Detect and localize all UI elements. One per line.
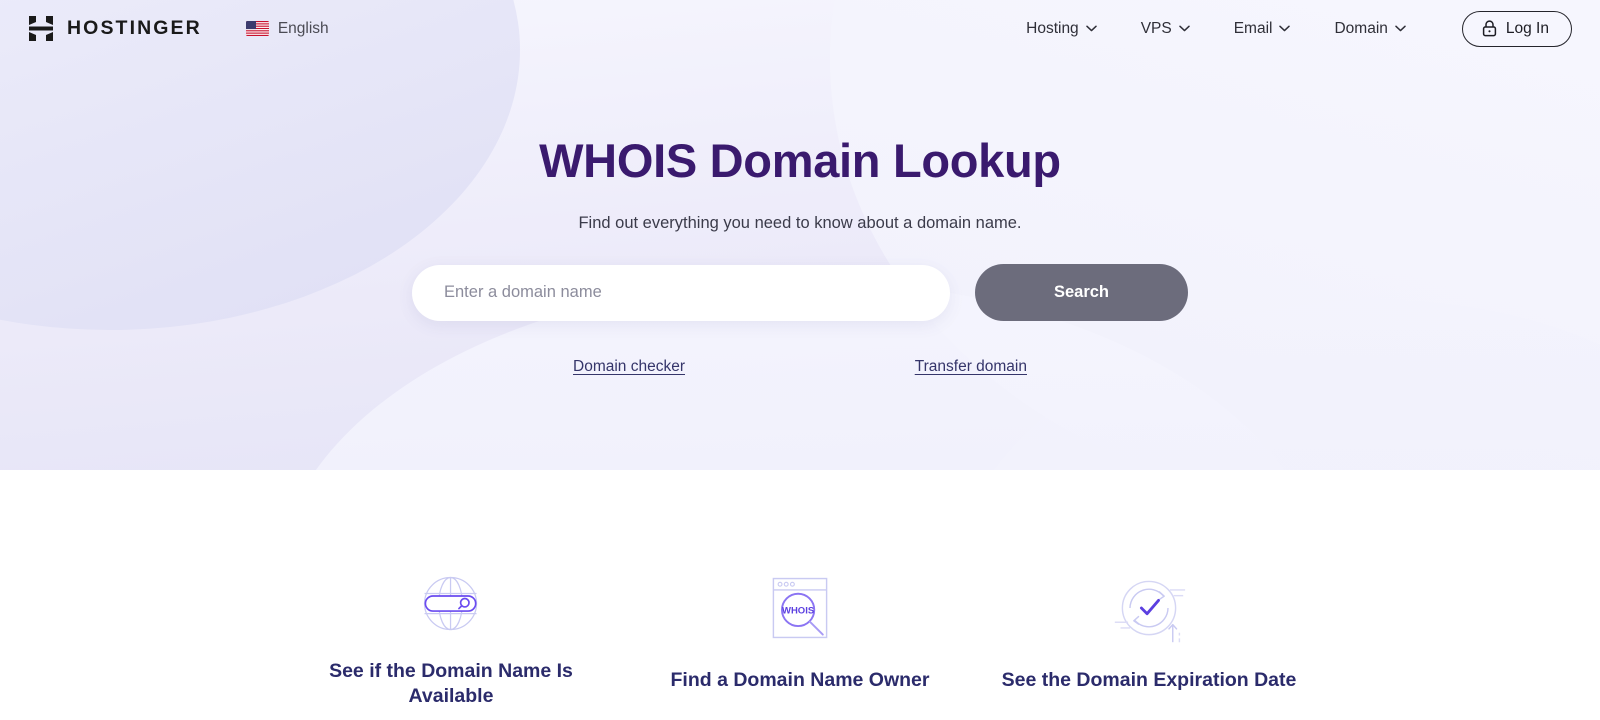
brand-logo[interactable]: HOSTINGER — [28, 15, 202, 42]
feature-card-availability: See if the Domain Name Is Available — [294, 470, 609, 720]
nav-item-hosting[interactable]: Hosting — [1004, 12, 1119, 46]
whois-magnifier-icon: WHOIS — [772, 577, 828, 639]
nav-label-hosting: Hosting — [1026, 19, 1079, 37]
brand-name: HOSTINGER — [67, 17, 202, 39]
login-button[interactable]: Log In — [1461, 10, 1572, 47]
hero-content: WHOIS Domain Lookup Find out everything … — [0, 0, 1600, 470]
language-label: English — [277, 19, 329, 37]
whois-lookup-page: HOSTINGER English Hosting VPS Email Doma… — [0, 0, 1600, 720]
hero-links: Domain checker Transfer domain — [405, 358, 1195, 376]
page-subtitle: Find out everything you need to know abo… — [578, 214, 1022, 232]
domain-search-form: Search — [412, 264, 1188, 321]
hostinger-h-logo-icon — [29, 16, 53, 41]
lock-icon — [1482, 20, 1497, 37]
nav-label-domain: Domain — [1334, 19, 1388, 37]
main-navigation: Hosting VPS Email Domain Log In — [1004, 10, 1572, 47]
site-header: HOSTINGER English Hosting VPS Email Doma… — [0, 0, 1600, 57]
search-button[interactable]: Search — [975, 264, 1188, 321]
us-flag-icon — [245, 21, 269, 36]
transfer-domain-link[interactable]: Transfer domain — [915, 358, 1027, 376]
chevron-down-icon — [1085, 25, 1097, 32]
chevron-down-icon — [1178, 25, 1190, 32]
renewal-check-icon — [1114, 580, 1186, 643]
chevron-down-icon — [1395, 25, 1406, 32]
nav-label-vps: VPS — [1140, 19, 1172, 37]
nav-item-vps[interactable]: VPS — [1119, 12, 1212, 46]
page-title: WHOIS Domain Lookup — [539, 134, 1061, 187]
domain-search-input[interactable] — [412, 264, 950, 321]
globe-search-icon — [424, 576, 478, 631]
svg-text:WHOIS: WHOIS — [782, 606, 814, 617]
nav-label-email: Email — [1233, 19, 1273, 37]
domain-checker-link[interactable]: Domain checker — [573, 358, 685, 376]
login-button-label: Log In — [1505, 19, 1549, 37]
feature-title-owner: Find a Domain Name Owner — [670, 669, 930, 691]
feature-title-availability: See if the Domain Name Is Available — [329, 660, 573, 708]
nav-item-domain[interactable]: Domain — [1312, 12, 1427, 46]
feature-card-owner: WHOIS Find a Domain Name Owner — [643, 470, 958, 720]
nav-item-email[interactable]: Email — [1212, 12, 1313, 46]
chevron-down-icon — [1279, 25, 1291, 32]
feature-title-expiration: See the Domain Expiration Date — [1001, 669, 1297, 691]
features-section: See if the Domain Name Is Available WHOI… — [0, 470, 1600, 720]
language-selector[interactable]: English — [245, 19, 329, 38]
feature-card-expiration: See the Domain Expiration Date — [992, 470, 1307, 720]
